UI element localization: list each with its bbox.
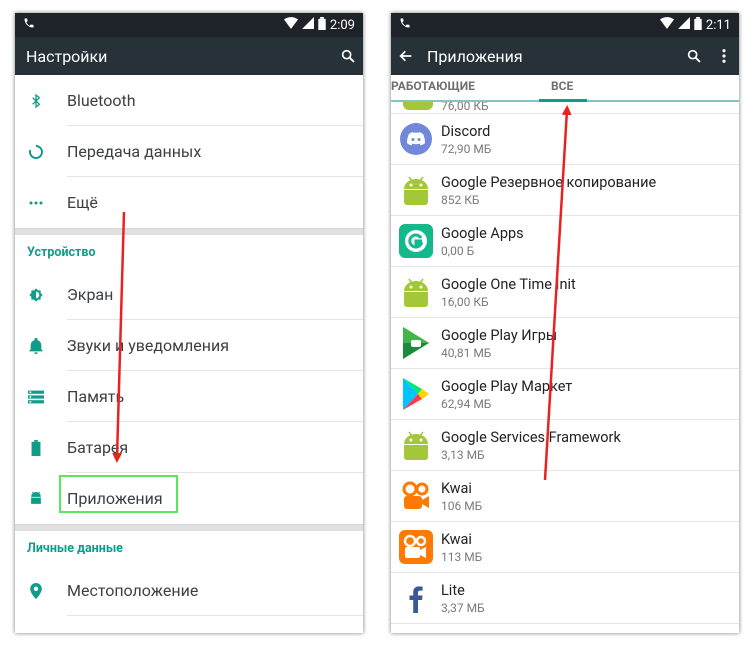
signal-icon xyxy=(301,17,314,33)
setting-label: Местоположение xyxy=(67,581,199,600)
app-name: Kwai xyxy=(441,530,472,548)
status-bar: 2:11 xyxy=(391,13,739,37)
app-bar: Настройки xyxy=(15,37,363,75)
status-time: 2:11 xyxy=(705,17,731,33)
setting-location[interactable]: Местоположение xyxy=(15,565,363,616)
page-title: Настройки xyxy=(26,46,108,66)
android-icon xyxy=(15,491,57,507)
page-title: Приложения xyxy=(427,46,523,66)
setting-more[interactable]: Ещё xyxy=(15,177,363,228)
setting-sounds[interactable]: Звуки и уведомления xyxy=(15,320,363,371)
play-store-icon xyxy=(391,378,441,410)
app-size: 3,13 МБ xyxy=(441,447,485,462)
wifi-icon xyxy=(283,17,298,33)
app-name: Lite xyxy=(441,581,465,599)
app-size: 16,00 КБ xyxy=(441,294,489,309)
list-item[interactable]: Kwai 106 МБ xyxy=(391,471,739,522)
setting-label: Батарея xyxy=(67,438,129,457)
settings-screen: 2:09 Настройки Bluetooth Передача данных xyxy=(15,13,363,633)
search-icon[interactable] xyxy=(333,37,363,75)
overflow-menu-icon[interactable] xyxy=(709,37,739,75)
app-size: 72,90 МБ xyxy=(441,141,492,156)
android-icon xyxy=(391,277,441,307)
apps-screen: 2:11 Приложения РАБОТАЮЩИЕ ВСЕ 76,00 КБ xyxy=(391,13,739,633)
app-size: 62,94 МБ xyxy=(441,396,492,411)
setting-label: Экран xyxy=(67,285,114,304)
storage-icon xyxy=(15,390,57,404)
app-name: Google Apps xyxy=(441,224,524,242)
setting-label: Память xyxy=(67,387,125,406)
app-name: Discord xyxy=(441,122,491,140)
list-item[interactable]: Google Services Framework 3,13 МБ xyxy=(391,420,739,471)
kwai-icon xyxy=(391,530,441,564)
android-icon xyxy=(403,102,433,110)
setting-label: Ещё xyxy=(67,193,98,212)
discord-icon xyxy=(391,123,441,155)
bell-icon xyxy=(15,337,57,354)
facebook-icon xyxy=(391,583,441,613)
setting-bluetooth[interactable]: Bluetooth xyxy=(15,75,363,126)
battery-status-icon xyxy=(694,16,702,34)
setting-storage[interactable]: Память xyxy=(15,371,363,422)
list-item[interactable]: Google Play Игры 40,81 МБ xyxy=(391,318,739,369)
phone-call-icon xyxy=(23,17,35,33)
list-item[interactable]: Google Резервное копирование 852 КБ xyxy=(391,165,739,216)
list-item[interactable]: Lite 3,37 МБ xyxy=(391,573,739,624)
list-item[interactable]: Kwai 113 МБ xyxy=(391,522,739,573)
app-size: 40,81 МБ xyxy=(441,345,492,360)
play-games-icon xyxy=(391,327,441,359)
tab-running[interactable]: РАБОТАЮЩИЕ xyxy=(391,79,475,93)
setting-label: Передача данных xyxy=(67,142,202,161)
apps-highlight-box xyxy=(59,475,178,513)
status-time: 2:09 xyxy=(329,17,355,33)
app-size: 852 КБ xyxy=(441,192,480,207)
data-usage-icon xyxy=(15,144,57,160)
app-name: Google Play Маркет xyxy=(441,377,573,395)
location-pin-icon xyxy=(15,582,57,599)
setting-battery[interactable]: Батарея xyxy=(15,422,363,473)
app-size: 0,00 Б xyxy=(441,243,475,258)
tab-all[interactable]: ВСЕ xyxy=(551,79,573,93)
app-size: 76,00 КБ xyxy=(441,102,489,113)
settings-list: Bluetooth Передача данных Ещё Устройство… xyxy=(15,75,363,616)
app-name: Google Резервное копирование xyxy=(441,173,657,191)
app-name: Google Services Framework xyxy=(441,428,621,446)
app-name: Kwai xyxy=(441,479,472,497)
apps-list: 76,00 КБ Discord 72,90 МБ Google Резервн… xyxy=(391,102,739,624)
status-bar: 2:09 xyxy=(15,13,363,37)
phone-call-icon xyxy=(399,17,411,33)
back-arrow-icon[interactable] xyxy=(391,37,421,75)
battery-status-icon xyxy=(318,16,326,34)
list-item[interactable]: Google One Time Init 16,00 КБ xyxy=(391,267,739,318)
app-name: Google One Time Init xyxy=(441,275,576,293)
brightness-icon xyxy=(15,287,57,303)
android-icon xyxy=(391,175,441,205)
app-size: 3,37 МБ xyxy=(441,600,485,615)
setting-label: Звуки и уведомления xyxy=(67,336,230,355)
setting-label: Bluetooth xyxy=(67,91,136,110)
signal-icon xyxy=(677,17,690,33)
app-size: 113 МБ xyxy=(441,549,483,564)
app-bar: Приложения xyxy=(391,37,739,75)
list-item[interactable]: Google Play Маркет 62,94 МБ xyxy=(391,369,739,420)
app-name: Google Play Игры xyxy=(441,326,558,344)
list-item-partial[interactable]: 76,00 КБ xyxy=(391,102,739,114)
battery-icon xyxy=(15,439,57,456)
setting-data-usage[interactable]: Передача данных xyxy=(15,126,363,177)
list-item[interactable]: Google Apps 0,00 Б xyxy=(391,216,739,267)
tab-bar: РАБОТАЮЩИЕ ВСЕ xyxy=(391,75,739,102)
list-item[interactable]: Discord 72,90 МБ xyxy=(391,114,739,165)
kwai-icon xyxy=(391,481,441,511)
android-icon xyxy=(391,430,441,460)
section-header-personal: Личные данные xyxy=(27,540,123,556)
section-header-device: Устройство xyxy=(27,244,96,260)
bluetooth-icon xyxy=(15,93,57,109)
more-dots-icon xyxy=(15,200,57,206)
app-size: 106 МБ xyxy=(441,498,483,513)
setting-display[interactable]: Экран xyxy=(15,269,363,320)
wifi-icon xyxy=(659,17,674,33)
google-apps-icon xyxy=(391,224,441,258)
search-icon[interactable] xyxy=(679,37,709,75)
